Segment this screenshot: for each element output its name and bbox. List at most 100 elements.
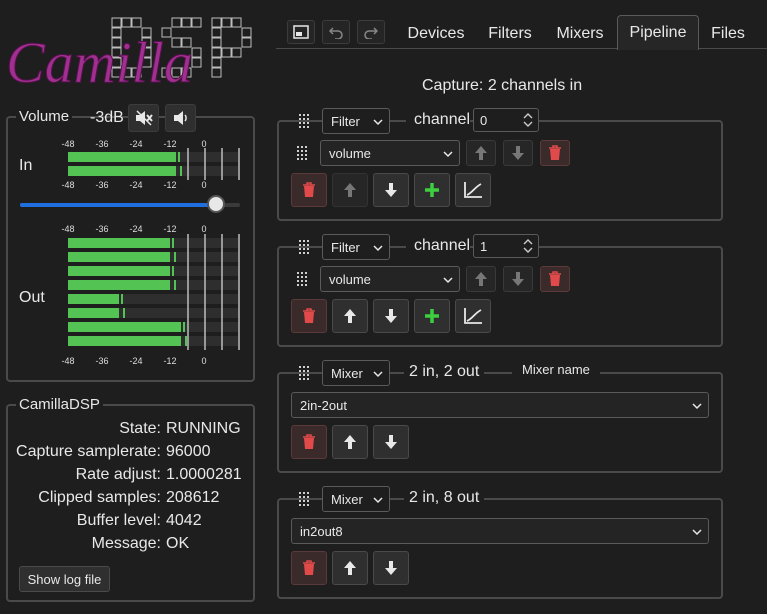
arrow-up-icon (344, 561, 356, 575)
plus-icon (425, 309, 439, 323)
meter-grid-line (238, 148, 240, 180)
spinner-icon[interactable] (522, 112, 534, 131)
filter-move-down-button[interactable] (503, 266, 533, 292)
tab-files[interactable]: Files (703, 17, 753, 51)
step-move-up-button[interactable] (332, 425, 368, 459)
drag-handle[interactable] (298, 491, 310, 507)
filter-delete-button[interactable] (540, 266, 570, 292)
drag-handle-icon (299, 240, 309, 254)
chevron-down-icon (443, 146, 453, 161)
step-delete-button[interactable] (291, 551, 327, 585)
step-type-select[interactable]: Filter (322, 234, 390, 260)
plus-icon (425, 183, 439, 197)
camilladsp-logo: Camilla (6, 17, 252, 96)
tab-mixers[interactable]: Mixers (546, 17, 614, 51)
drag-handle[interactable] (298, 365, 310, 381)
show-log-button[interactable]: Show log file (19, 566, 110, 592)
channel-value: 0 (480, 112, 488, 128)
out-meter-bar (68, 280, 170, 290)
channel-input[interactable]: 1 (473, 234, 539, 258)
filter-move-up-button[interactable] (466, 266, 496, 292)
mixer-select[interactable]: 2in-2out (291, 392, 709, 418)
mixer-select[interactable]: in2out8 (291, 518, 709, 544)
tab-devices-label: Devices (407, 25, 465, 42)
out-meter-peak (172, 266, 174, 276)
filter-move-down-button[interactable] (503, 140, 533, 166)
add-filter-button[interactable] (414, 299, 450, 333)
out-meter-peak (174, 252, 176, 262)
tab-mixers-label: Mixers (556, 25, 604, 42)
drag-handle-icon (299, 492, 309, 506)
volume-slider-track[interactable] (20, 195, 240, 213)
tab-pipeline-label: Pipeline (629, 24, 687, 41)
meter-scale-label: -12 (163, 224, 177, 234)
step-type-select[interactable]: Mixer (322, 360, 390, 386)
step-move-up-button[interactable] (332, 299, 368, 333)
step-move-down-button[interactable] (373, 425, 409, 459)
speaker-icon (173, 111, 187, 125)
filter-move-up-button[interactable] (466, 140, 496, 166)
step-type-select[interactable]: Filter (322, 108, 390, 134)
step-type-value: Mixer (331, 365, 363, 381)
step-move-down-button[interactable] (373, 551, 409, 585)
filter-delete-button[interactable] (540, 140, 570, 166)
mute-button[interactable] (128, 104, 159, 132)
arrow-down-icon (512, 272, 524, 286)
volume-button[interactable] (165, 104, 196, 132)
arrow-down-icon (385, 435, 397, 449)
step-move-down-button[interactable] (373, 173, 409, 207)
out-meter-peak (123, 308, 125, 318)
step-delete-button[interactable] (291, 173, 327, 207)
step-type-value: Filter (331, 113, 360, 129)
step-type-select[interactable]: Mixer (322, 486, 390, 512)
undo-button[interactable] (322, 20, 350, 44)
volume-slider-handle[interactable] (206, 195, 225, 213)
status-key: Rate adjust: (75, 466, 161, 483)
plot-button[interactable] (455, 173, 491, 207)
tab-pipeline[interactable]: Pipeline (617, 15, 699, 50)
trash-icon (303, 182, 315, 197)
tab-devices[interactable]: Devices (397, 17, 475, 51)
arrow-up-icon (475, 146, 487, 160)
filter-select[interactable]: volume (320, 266, 460, 292)
step-move-up-button[interactable] (332, 173, 368, 207)
mixer-name-tooltip: Mixer name (512, 360, 600, 379)
out-meter-bar (68, 266, 170, 276)
arrow-down-icon (385, 561, 397, 575)
filter-value: volume (329, 145, 371, 161)
arrow-up-icon (344, 309, 356, 323)
step-move-down-button[interactable] (373, 299, 409, 333)
step-delete-button[interactable] (291, 299, 327, 333)
redo-button[interactable] (357, 20, 385, 44)
chevron-down-icon (373, 240, 383, 255)
channel-input[interactable]: 0 (473, 108, 539, 132)
tab-filters-label: Filters (488, 25, 532, 42)
status-value: RUNNING (166, 420, 241, 437)
tab-filters[interactable]: Filters (478, 17, 542, 51)
step-move-up-button[interactable] (332, 551, 368, 585)
volume-legend: Volume (19, 108, 70, 125)
add-filter-button[interactable] (414, 173, 450, 207)
status-value: 1.0000281 (166, 466, 242, 483)
drag-handle[interactable] (298, 113, 310, 129)
drag-handle-icon (297, 272, 307, 286)
status-value: 208612 (166, 489, 220, 506)
out-meter-peak (183, 322, 186, 332)
chevron-down-icon (373, 492, 383, 507)
drag-handle[interactable] (298, 239, 310, 255)
fit-screen-button[interactable] (287, 20, 315, 44)
filter-select[interactable]: volume (320, 140, 460, 166)
step-type-value: Filter (331, 239, 360, 255)
speaker-muted-icon (135, 110, 153, 126)
plot-button[interactable] (455, 299, 491, 333)
meter-scale-label: -24 (129, 139, 143, 149)
volume-slider-fill (20, 203, 216, 207)
out-meter-bar (68, 322, 182, 332)
capture-info: Capture: 2 channels in (422, 77, 583, 94)
step-delete-button[interactable] (291, 425, 327, 459)
mixer-io-label: 2 in, 2 out (409, 363, 480, 380)
show-log-label: Show log file (27, 571, 102, 587)
spinner-icon[interactable] (522, 238, 534, 257)
drag-handle[interactable] (296, 271, 308, 287)
drag-handle[interactable] (296, 145, 308, 161)
